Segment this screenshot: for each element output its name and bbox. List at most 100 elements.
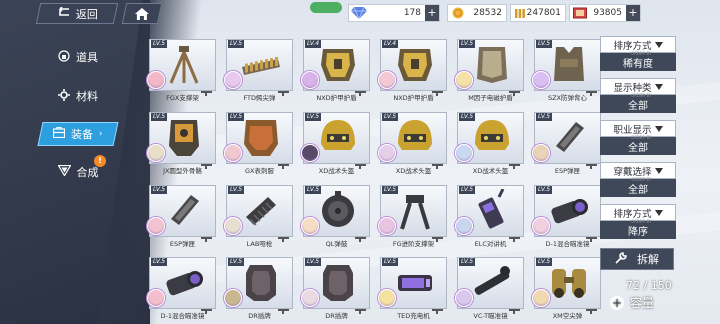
sidebar-item-label: 材料 [76, 90, 98, 103]
coin-icon [450, 5, 466, 21]
dismantle-button[interactable]: 拆解 [600, 248, 674, 270]
filter-title: 穿戴选择 [613, 166, 652, 178]
gun-icon [201, 154, 213, 169]
server-status-tag [310, 2, 342, 13]
dismantle-label: 拆解 [637, 253, 659, 266]
equipment-card[interactable]: LV.5 M因子电磁护盾 [455, 37, 526, 105]
gun-icon [586, 227, 598, 242]
avatar [301, 216, 319, 235]
coin-resource: 28532 [447, 4, 507, 22]
equipment-name: FG进阶支撑架 [392, 239, 435, 248]
equipment-name: D-1混合瞄准镜 [545, 239, 590, 248]
gun-icon [432, 227, 444, 242]
sidebar-item-materials[interactable]: 材料 [40, 84, 116, 108]
equipment-card[interactable]: LV.5 VC-T瞄准镜 [455, 255, 526, 323]
avatar [147, 216, 165, 235]
equipment-armor-icon [315, 43, 361, 85]
sidebar-item-equipment[interactable]: 装备 › [37, 122, 119, 146]
capacity-button[interactable]: + 容量 [610, 294, 654, 311]
equipment-name: VC-T瞄准镜 [473, 312, 508, 321]
chevron-right-icon: › [99, 129, 103, 139]
avatar [224, 71, 242, 89]
equipment-card[interactable]: LV.5 D-1混合瞄准镜 [532, 183, 603, 251]
equipment-silencer-icon [238, 189, 284, 231]
avatar [455, 216, 473, 235]
avatar [147, 143, 165, 162]
equipment-name: LAB哑枪 [246, 239, 273, 248]
gun-icon [278, 81, 290, 96]
equipment-card[interactable]: LV.5 FTD鳄尖弹 [224, 37, 295, 105]
equipment-name: ESP弹匣 [169, 239, 196, 248]
equipment-name: XD战术头盔 [395, 166, 432, 175]
equipment-card[interactable]: LV.5 XD战术头盔 [378, 110, 449, 178]
filter-title-bar: 穿戴选择 ORDER BY [600, 162, 676, 182]
equipment-scope-icon [161, 261, 207, 303]
equipment-name: DR插牌 [248, 312, 271, 321]
gear-icon [58, 88, 70, 104]
diamond-icon [351, 5, 367, 21]
dropdown-triangle-icon [654, 125, 663, 132]
gun-icon [201, 299, 213, 315]
back-button[interactable]: 返回 [35, 3, 119, 24]
equipment-card[interactable]: LV.5 JX圆型外骨骼 [147, 110, 218, 178]
equipment-card[interactable]: LV.5 DR插牌 [224, 255, 295, 323]
equipment-radio-icon [469, 187, 515, 231]
coin-count: 28532 [473, 8, 502, 18]
diamond-resource: 178 + [348, 4, 440, 22]
dropdown-triangle-icon [654, 41, 663, 48]
equipment-card[interactable]: LV.5 XM空尖弹 [532, 255, 603, 323]
avatar [532, 143, 550, 162]
equipment-card[interactable]: LV.5 DR插牌 [301, 255, 372, 323]
equipment-plate-icon [238, 261, 284, 303]
gun-icon [355, 227, 367, 242]
ammo-icon [513, 5, 527, 21]
equipment-card[interactable]: LV.5 ELC对讲机 [455, 183, 526, 251]
filter-title: 职业显示 [613, 124, 652, 136]
gun-icon [509, 299, 521, 315]
avatar [532, 71, 550, 89]
equipment-card[interactable]: LV.5 SZX防弹背心 [532, 37, 603, 105]
avatar [455, 71, 473, 89]
equipment-helmet-icon [469, 116, 515, 158]
gun-icon [355, 299, 367, 315]
equipment-card[interactable]: LV.5 FGX支撑架 [147, 37, 218, 105]
equipment-tripod-icon [161, 43, 207, 85]
equipment-name: SZX防弹背心 [547, 94, 588, 102]
equipment-name: XM空尖弹 [552, 312, 583, 321]
top-bar: 返回 178 + 28532 247801 93805 + [0, 0, 720, 26]
filter-subtitle: ORDER BY [631, 51, 652, 56]
equipment-card[interactable]: LV.5 LAB哑枪 [224, 183, 295, 251]
equipment-card[interactable]: LV.5 D-1混合瞄准镜 [147, 255, 218, 323]
gun-icon [355, 154, 367, 169]
equipment-card[interactable]: LV.5 XD战术头盔 [301, 110, 372, 178]
equipment-card[interactable]: LV.4 NXD护甲护盾 [378, 37, 449, 105]
equipment-name: XD战术头盔 [318, 166, 355, 175]
ticket-add-button[interactable]: + [626, 5, 640, 21]
equipment-drum-icon [315, 189, 361, 231]
triangle-icon [56, 164, 72, 179]
equipment-card[interactable]: LV.5 QL弹鼓 [301, 183, 372, 251]
equipment-card[interactable]: LV.5 ESP弹匣 [147, 183, 218, 251]
equipment-card[interactable]: LV.5 GX表刺服 [224, 110, 295, 178]
gun-icon [355, 81, 367, 96]
equipment-name: NXD护甲护盾 [393, 94, 434, 102]
equipment-card[interactable]: LV.4 NXD护甲护盾 [301, 37, 372, 105]
avatar [455, 143, 473, 162]
home-button[interactable] [121, 3, 163, 24]
filter-title: 排序方式 [613, 40, 652, 52]
equipment-shield-icon [469, 43, 515, 85]
equipment-card[interactable]: LV.5 ESP弹匣 [532, 110, 603, 178]
equipment-name: ELC对讲机 [474, 239, 507, 248]
equipment-card[interactable]: LV.5 XD战术头盔 [455, 110, 526, 178]
filter-dropdown[interactable]: 穿戴选择 ORDER BY 全部 [600, 162, 676, 198]
ammo-resource: 247801 [510, 4, 566, 22]
equipment-card[interactable]: LV.5 FG进阶支撑架 [378, 183, 449, 251]
filter-dropdown[interactable]: 显示种类 ORDER BY 全部 [600, 78, 676, 114]
filter-dropdown[interactable]: 职业显示 ORDER BY 全部 [600, 120, 676, 156]
sidebar-item-props[interactable]: 道具 [40, 45, 116, 69]
gun-icon [432, 154, 444, 169]
equipment-card[interactable]: LV.5 TED充电机 [378, 255, 449, 323]
filter-dropdown[interactable]: 排序方式 ORDER BY 降序 [600, 204, 676, 240]
filter-dropdown[interactable]: 排序方式 ORDER BY 稀有度 [600, 36, 676, 72]
diamond-add-button[interactable]: + [425, 5, 439, 21]
